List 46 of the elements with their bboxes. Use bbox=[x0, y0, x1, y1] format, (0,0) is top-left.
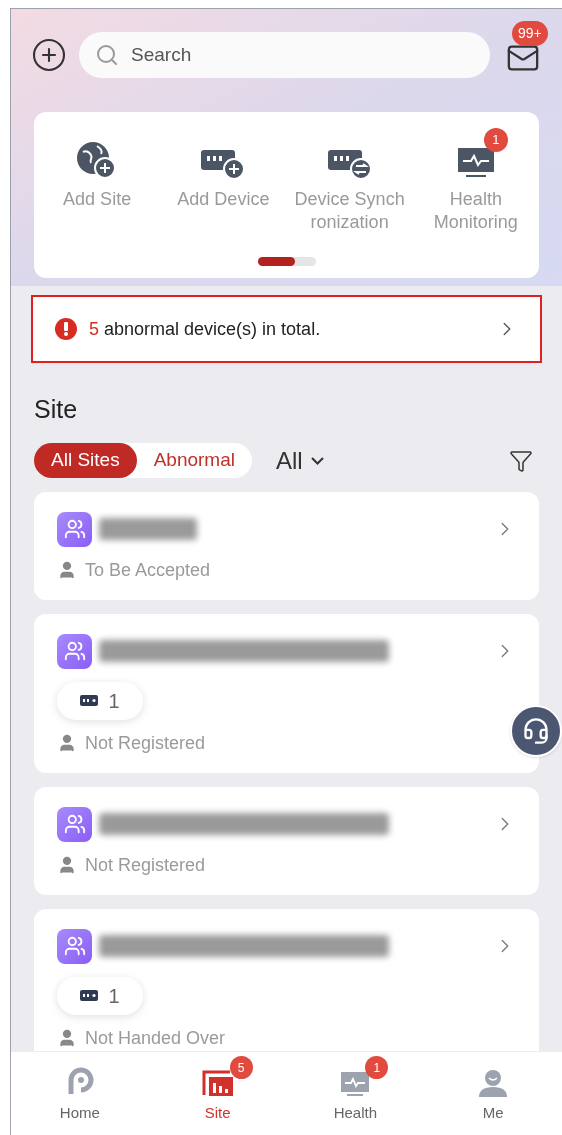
count-badge: 1 bbox=[365, 1056, 389, 1079]
page-indicator bbox=[257, 257, 316, 266]
tab-item[interactable]: 5 Site bbox=[148, 1052, 287, 1135]
site-status: Not Registered bbox=[85, 731, 206, 755]
filter-icon[interactable] bbox=[509, 448, 533, 473]
site-status: Not Registered bbox=[85, 853, 206, 877]
person-icon bbox=[478, 1068, 509, 1098]
site-status: Not Handed Over bbox=[85, 1026, 226, 1050]
monitor-pulse-icon bbox=[340, 1070, 371, 1098]
site-card[interactable]: 1 Not Registered bbox=[34, 613, 539, 773]
device-icon bbox=[80, 695, 99, 706]
alert-text: 5 abnormal device(s) in total. bbox=[89, 317, 321, 341]
tab-item[interactable]: 1 Health bbox=[286, 1052, 425, 1135]
search-input[interactable]: Search bbox=[131, 40, 431, 70]
person-icon bbox=[57, 855, 77, 875]
device-count: 1 bbox=[108, 688, 120, 714]
tab-item[interactable]: Home bbox=[11, 1052, 149, 1135]
person-icon bbox=[57, 733, 77, 753]
filter-dropdown[interactable]: All bbox=[275, 442, 324, 479]
headset-icon bbox=[522, 717, 550, 745]
search-icon bbox=[95, 43, 119, 67]
device-icon bbox=[80, 990, 99, 1001]
device-count: 1 bbox=[108, 983, 120, 1009]
segment-tab[interactable]: All Sites bbox=[34, 443, 137, 478]
search-field[interactable]: Search bbox=[79, 32, 490, 78]
notification-badge: 99+ bbox=[512, 21, 548, 46]
count-badge: 5 bbox=[229, 1056, 253, 1079]
site-group-icon bbox=[57, 633, 92, 669]
section-title: Site bbox=[33, 394, 79, 425]
count-badge: 1 bbox=[483, 128, 508, 152]
support-button[interactable] bbox=[510, 705, 562, 757]
alert-icon bbox=[55, 318, 77, 340]
chevron-down-icon bbox=[310, 456, 324, 465]
person-icon bbox=[57, 560, 77, 580]
tab-item[interactable]: Me bbox=[424, 1052, 562, 1135]
person-icon bbox=[57, 1028, 77, 1048]
site-group-icon bbox=[57, 511, 92, 547]
site-card[interactable]: 1 Not Handed Over bbox=[34, 908, 539, 1051]
bar-chart-icon bbox=[200, 1068, 235, 1098]
site-card[interactable]: Not Registered bbox=[34, 786, 539, 895]
site-group-icon bbox=[57, 806, 92, 842]
add-icon[interactable] bbox=[31, 37, 67, 73]
segment-tab[interactable]: Abnormal bbox=[136, 443, 252, 478]
site-group-icon bbox=[57, 928, 92, 964]
abnormal-alert-banner[interactable]: 5 abnormal device(s) in total. bbox=[31, 295, 542, 363]
site-status: To Be Accepted bbox=[85, 558, 211, 582]
